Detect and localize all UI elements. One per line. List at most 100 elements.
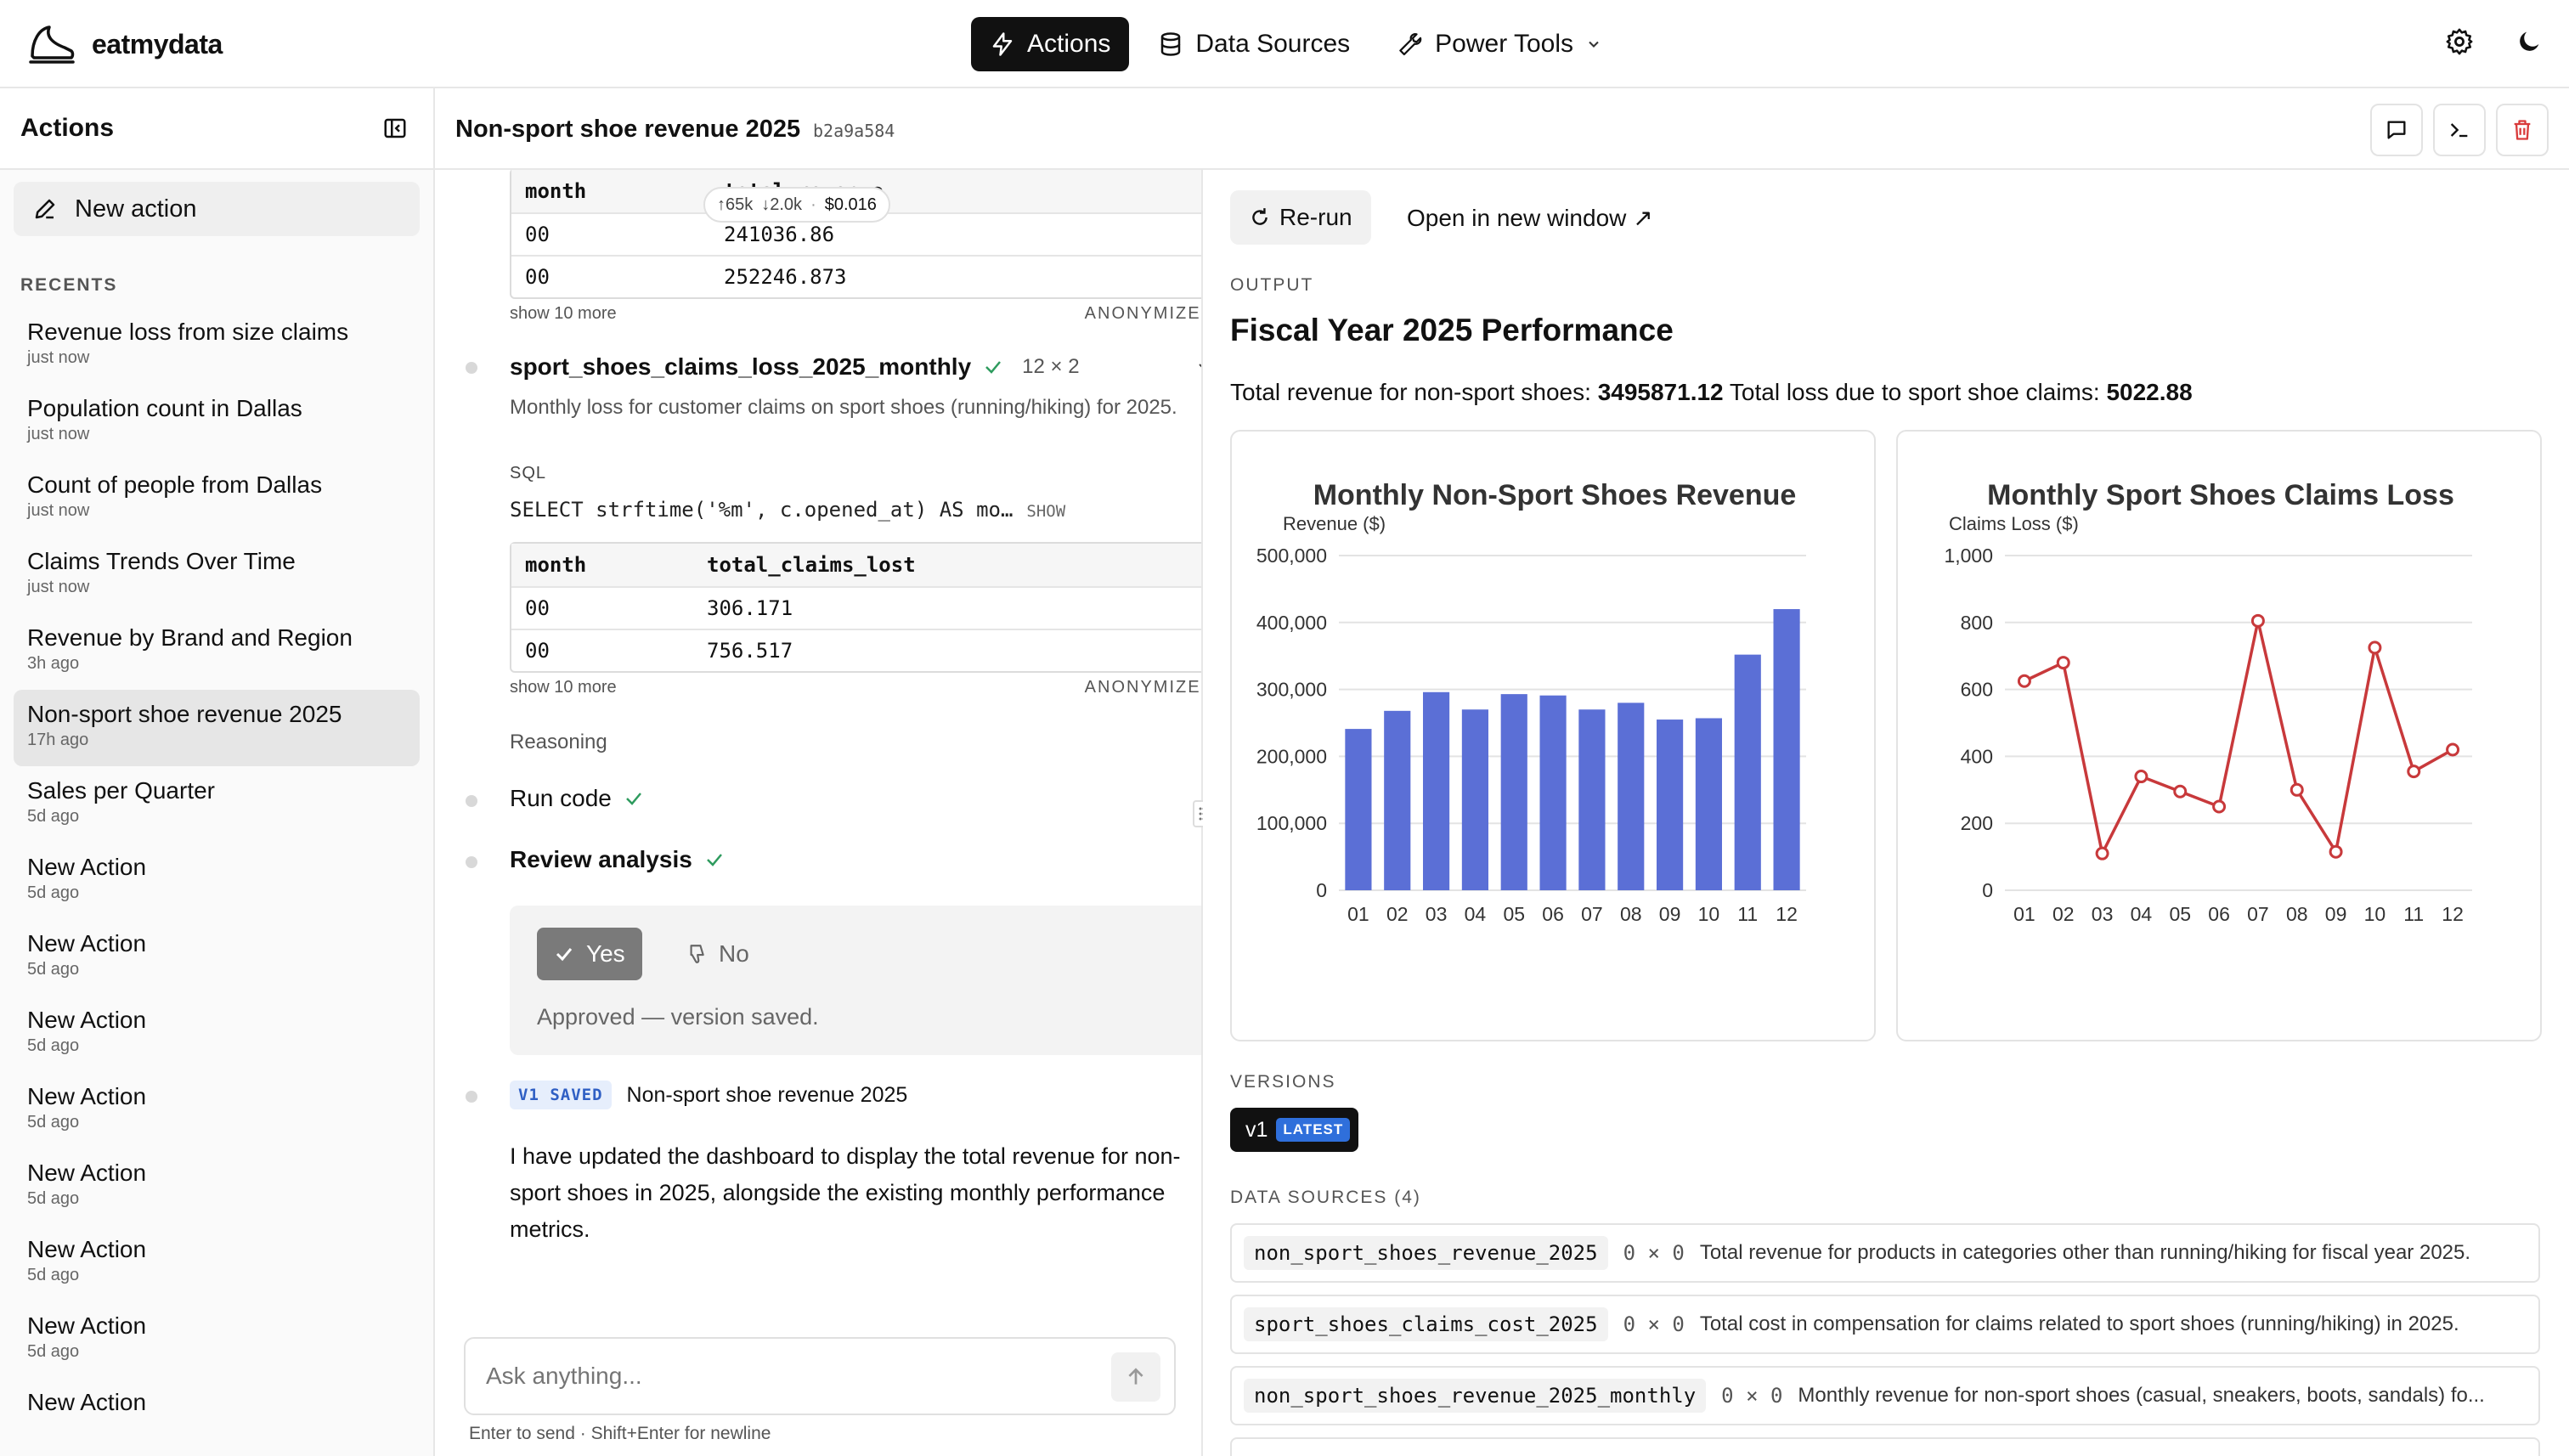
sidebar-recent-item[interactable]: New Action 5d ago (14, 843, 420, 919)
recents-label: RECENTS (20, 275, 118, 295)
yes-label: Yes (586, 940, 625, 967)
bar (1384, 710, 1411, 890)
recent-title: New Action (27, 854, 147, 880)
x-tick-label: 09 (1659, 903, 1681, 925)
check-icon (704, 849, 725, 870)
query-header[interactable]: sport_shoes_claims_loss_2025_monthly 12 … (510, 353, 1201, 381)
y-tick-label: 0 (1982, 879, 1993, 901)
version-saved: V1 SAVED Non-sport shoe revenue 2025 (510, 1081, 907, 1109)
recent-title: Count of people from Dallas (27, 471, 323, 498)
collapse-sidebar-icon[interactable] (382, 116, 408, 141)
tokens-up: ↑65k (717, 195, 754, 214)
recents-list: Revenue loss from size claims just now Pop… (0, 308, 433, 1454)
show-sql-button[interactable]: SHOW (1026, 502, 1065, 521)
sidebar-recent-item[interactable]: New Action (14, 1378, 420, 1454)
sidebar-recent-item[interactable]: New Action 5d ago (14, 1301, 420, 1378)
chevron-down-icon[interactable] (1194, 357, 1201, 377)
terminal-icon (2448, 118, 2471, 142)
bar (1657, 720, 1684, 890)
data-source-row[interactable]: sport_shoes_claims_cost_2025 0 × 0 Total c… (1230, 1295, 2540, 1354)
data-source-dims: 0 × 0 (1623, 1241, 1685, 1265)
reasoning-toggle[interactable]: Reasoning (510, 731, 1201, 754)
sidebar-recent-item[interactable]: Sales per Quarter 5d ago (14, 766, 420, 843)
database-icon (1158, 31, 1183, 57)
data-source-dims: 0 × 0 (1623, 1312, 1685, 1336)
data-point (2017, 674, 2031, 688)
terminal-button[interactable] (2433, 104, 2486, 156)
recent-time: 17h ago (27, 731, 89, 749)
show-more-link[interactable]: show 10 more (510, 678, 617, 697)
gear-icon[interactable] (2445, 27, 2474, 56)
run-code-label: Run code (510, 785, 612, 811)
data-source-dims: 0 × 0 (1721, 1384, 1783, 1408)
recent-title: New Action (27, 1083, 147, 1109)
bar (1461, 709, 1488, 890)
show-more-link[interactable]: show 10 more (510, 304, 617, 324)
x-tick-label: 07 (2247, 903, 2269, 925)
no-label: No (719, 940, 749, 967)
sql-code: SELECT strftime('%m', c.opened_at) AS mo… (510, 498, 1013, 522)
nav-power-tools[interactable]: Power Tools (1379, 17, 1621, 71)
x-tick-label: 03 (1426, 903, 1448, 925)
chat-input[interactable] (486, 1357, 1081, 1395)
moon-icon[interactable] (2515, 27, 2544, 56)
data-point (2368, 641, 2382, 655)
comment-button[interactable] (2370, 104, 2423, 156)
recent-time: 5d ago (27, 1266, 80, 1284)
recent-title: New Action (27, 930, 147, 957)
y-tick-label: 400 (1961, 745, 1993, 767)
revenue-bar-chart: Monthly Non-Sport Shoes RevenueRevenue (… (1256, 479, 1806, 925)
version-chip[interactable]: v1 LATEST (1230, 1108, 1359, 1152)
recent-title: Revenue by Brand and Region (27, 624, 353, 651)
data-point (2407, 765, 2421, 779)
column-header: month (525, 179, 587, 203)
recent-time: 5d ago (27, 1342, 80, 1361)
y-tick-label: 500,000 (1256, 545, 1327, 567)
approve-yes-button[interactable]: Yes (537, 928, 642, 980)
sidebar-recent-item[interactable]: New Action 5d ago (14, 996, 420, 1072)
data-source-row[interactable]: non_sport_shoes_revenue_2025_monthly 0 × … (1230, 1366, 2540, 1425)
recent-time: 5d ago (27, 883, 80, 902)
table-cell: 00 (525, 596, 550, 620)
y-tick-label: 800 (1961, 612, 1993, 634)
open-new-window-link[interactable]: Open in new window ↗ (1407, 204, 1653, 232)
brand[interactable]: eatmydata (27, 22, 223, 66)
table-cell: 00 (525, 639, 550, 663)
send-button[interactable] (1111, 1352, 1160, 1402)
x-tick-label: 07 (1581, 903, 1603, 925)
nav-actions[interactable]: Actions (971, 17, 1130, 71)
sidebar-recent-item[interactable]: Non-sport shoe revenue 2025 17h ago (14, 690, 420, 766)
chart-card-revenue: Monthly Non-Sport Shoes Revenue Revenue (… (1230, 430, 1876, 1041)
sidebar-recent-item[interactable]: Count of people from Dallas just now (14, 460, 420, 537)
data-point (2134, 770, 2148, 784)
x-tick-label: 08 (1620, 903, 1642, 925)
nav-data-sources[interactable]: Data Sources (1139, 17, 1369, 71)
sidebar-recent-item[interactable]: New Action 5d ago (14, 1072, 420, 1148)
data-source-row[interactable]: non_sport_shoes_revenue_2025 0 × 0 Total r… (1230, 1223, 2540, 1283)
chevron-right-icon (1194, 732, 1201, 753)
new-action-button[interactable]: New action (14, 182, 420, 236)
run-code-step[interactable]: Run code (510, 785, 1201, 812)
delete-button[interactable] (2496, 104, 2549, 156)
action-header: Non-sport shoe revenue 2025 b2a9a584 (435, 88, 2569, 170)
x-tick-label: 02 (1386, 903, 1409, 925)
sidebar-recent-item[interactable]: New Action 5d ago (14, 919, 420, 996)
approve-no-button[interactable]: No (676, 928, 758, 980)
output-summary: Total revenue for non-sport shoes: 34958… (1230, 379, 2193, 406)
sidebar-recent-item[interactable]: Revenue loss from size claims just now (14, 308, 420, 384)
action-id: b2a9a584 (813, 121, 895, 141)
x-tick-label: 05 (1503, 903, 1525, 925)
sidebar-recent-item[interactable]: New Action 5d ago (14, 1148, 420, 1225)
sidebar-recent-item[interactable]: Revenue by Brand and Region 3h ago (14, 613, 420, 690)
wrench-icon (1397, 31, 1423, 57)
data-source-row[interactable] (1230, 1437, 2540, 1456)
recent-title: Population count in Dallas (27, 395, 302, 421)
input-hint: Enter to send · Shift+Enter for newline (469, 1424, 771, 1443)
sidebar-recent-item[interactable]: New Action 5d ago (14, 1225, 420, 1301)
sidebar-recent-item[interactable]: Claims Trends Over Time just now (14, 537, 420, 613)
y-tick-label: 400,000 (1256, 612, 1327, 634)
review-step: Review analysis (510, 846, 725, 873)
data-point (2056, 656, 2070, 670)
sidebar-recent-item[interactable]: Population count in Dallas just now (14, 384, 420, 460)
rerun-button[interactable]: Re-run (1230, 190, 1371, 245)
